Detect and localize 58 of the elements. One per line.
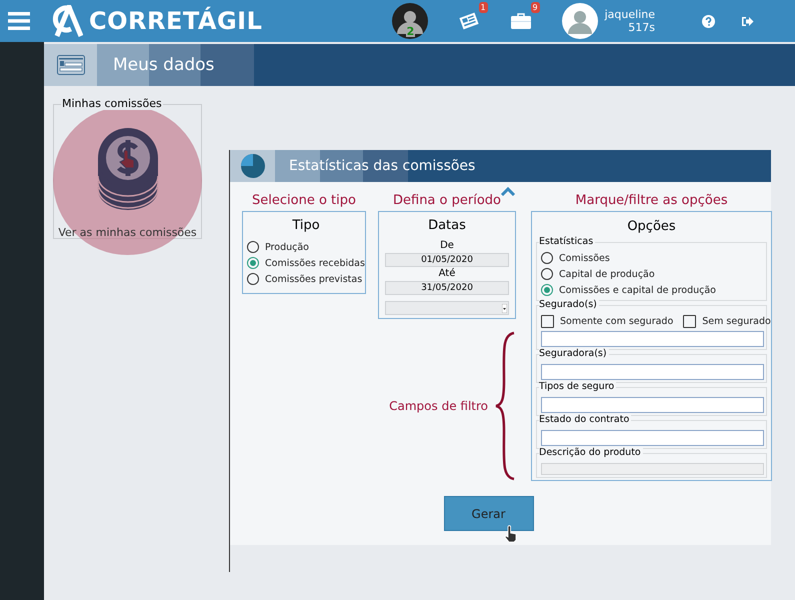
checkbox[interactable] [683,314,696,328]
dropdown-arrow-icon [502,304,507,312]
input-field[interactable] [541,331,764,347]
date-field[interactable]: 01/05/2020 [385,253,509,267]
curly-brace-icon [494,331,516,481]
panel-heading: Opções [626,219,677,234]
id-card-icon [56,55,84,75]
user-name: jaqueline [604,8,655,21]
section-caption: Defina o período [392,193,502,210]
logo-text: CORRETÁGIL [89,7,262,35]
session-time: 517s [627,21,655,34]
group-legend: Tipos de seguro [539,381,616,393]
checkbox-label: Sem segurado [702,316,771,326]
coin-stack-icon[interactable] [96,128,160,212]
panel-heading: Datas [427,218,467,233]
option-label: Comissões [559,252,610,264]
annotation-text: Campos de filtro [389,399,488,413]
panel-heading: Tipo [291,218,321,233]
group-legend: Descrição do produto [539,447,643,459]
radio-button[interactable] [247,241,259,253]
field-label: De [439,239,455,253]
card-link[interactable]: Ver as minhas comissões [58,226,197,239]
briefcase-icon[interactable] [510,12,532,30]
option-label: Comissões recebidas [265,258,365,268]
generate-button[interactable]: Gerar [444,496,534,531]
section-caption: Selecione o tipo [251,193,357,210]
option-label: Capital de produção [559,268,655,280]
checkbox-label: Somente com segurado [560,316,674,326]
radio-button[interactable] [541,268,553,280]
checkbox[interactable] [541,314,554,328]
panel-title: Estatísticas das comissões [289,158,476,174]
page-title: Meus dados [113,55,214,75]
radio-button[interactable] [247,257,259,269]
date-field[interactable]: 31/05/2020 [385,281,509,295]
card-legend: Minhas comissões [61,97,163,110]
field-label: Até [438,267,456,281]
section-caption: Marque/filtre as opções [574,193,729,210]
option-label: Comissões previstas [265,274,362,284]
group-legend: Segurado(s) [539,299,599,311]
collapse-caret-icon[interactable] [500,186,516,196]
notification-badge: 9 [530,2,540,13]
input-field[interactable] [541,430,764,446]
radio-button[interactable] [247,273,259,285]
input-field[interactable] [541,397,764,413]
count-label: 2 [406,26,416,37]
pie-chart-icon [240,153,266,179]
input-field[interactable] [541,364,764,380]
user-avatar-icon[interactable] [562,3,598,39]
help-icon[interactable] [702,14,715,28]
radio-button[interactable] [541,284,553,296]
logout-icon[interactable] [741,16,754,26]
radio-button[interactable] [541,252,553,264]
avatar-icon[interactable] [392,3,428,39]
group-legend: Seguradora(s) [539,348,609,360]
menu-icon[interactable] [8,12,30,30]
notification-badge: 1 [478,2,488,13]
option-label: Comissões e capital de produção [559,284,716,296]
option-label: Produção [265,242,309,252]
